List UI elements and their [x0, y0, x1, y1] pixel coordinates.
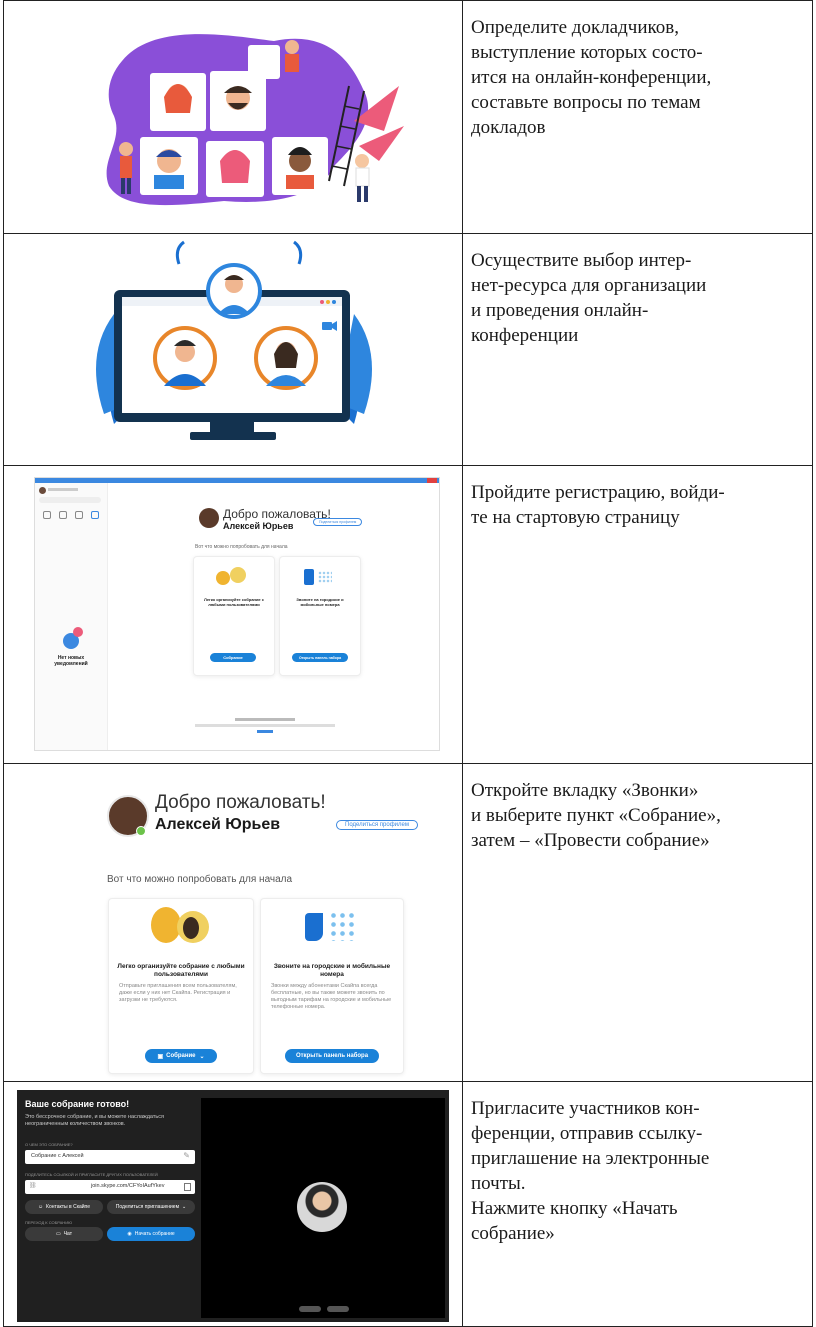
step-text: Откройте вкладку «Звонки» и выберите пун…: [471, 780, 721, 851]
link-icon: ⛓: [29, 1183, 37, 1189]
phone-icon: [304, 569, 314, 585]
avatar[interactable]: [39, 487, 46, 494]
share-invite-button[interactable]: Поделиться приглашением ⌄: [107, 1200, 195, 1214]
step-text: Осуществите выбор интер- нет-ресурса для…: [471, 250, 707, 346]
no-notifications-text: Нет новых уведомлений: [54, 655, 88, 667]
dialpad-dots-icon: [329, 911, 357, 941]
meeting-ready-screenshot: Ваше собрание готово! Это бессрочное соб…: [17, 1090, 449, 1322]
chat-icon: ▭: [55, 1231, 61, 1237]
meeting-title: Ваше собрание готово!: [25, 1099, 130, 1109]
greeting: Добро пожаловать!: [155, 792, 326, 813]
tab-contacts[interactable]: [75, 511, 83, 519]
table-row: Добро пожаловать! Алексей Юрьев Поделить…: [3, 763, 813, 1082]
illustration-cell: [3, 0, 463, 234]
microphone-toggle[interactable]: [299, 1306, 321, 1312]
skype-contacts-button[interactable]: ☺ Контакты в Скайпе: [25, 1200, 103, 1214]
screenshot-cell: Ваше собрание готово! Это бессрочное соб…: [3, 1081, 463, 1327]
conference-speakers-illustration: [106, 34, 404, 206]
tab-calls[interactable]: [59, 511, 67, 519]
table-row: Нет новых уведомлений Добро пожаловать! …: [3, 465, 813, 764]
video-icon: ▣: [157, 1053, 164, 1060]
skype-home-screenshot: Нет новых уведомлений Добро пожаловать! …: [34, 477, 440, 751]
skype-welcome-screenshot: Добро пожаловать! Алексей Юрьев Поделить…: [40, 766, 440, 1078]
instructions-table: Определите докладчиков, выступление кото…: [3, 0, 813, 1327]
invite-link-field[interactable]: ⛓ join.skype.com/CFYoIAufYkev: [25, 1180, 195, 1194]
meeting-subtitle: Это бессрочное собрание, и вы можете нас…: [25, 1114, 164, 1127]
meeting-name-field[interactable]: Собрание с Алексей ✎: [25, 1150, 195, 1164]
screenshot-cell: Добро пожаловать! Алексей Юрьев Поделить…: [3, 763, 463, 1082]
table-row: Определите докладчиков, выступление кото…: [3, 0, 813, 234]
sidebar: Нет новых уведомлений: [35, 483, 108, 750]
add-contact-icon: ☺: [37, 1204, 44, 1210]
tab-chats[interactable]: [43, 511, 51, 519]
chevron-down-icon: ⌄: [199, 1053, 205, 1060]
card-title: Легко организуйте собрание с любыми поль…: [117, 963, 245, 978]
dialpad-card: Звоните на городские и мобильные номера …: [260, 898, 404, 1074]
avatar: [297, 1182, 347, 1232]
user-name: Алексей Юрьев: [155, 816, 281, 833]
phone-icon: [305, 913, 323, 941]
chat-button[interactable]: ▭ Чат: [25, 1227, 103, 1241]
copy-icon: [184, 1183, 191, 1191]
try-text: Вот что можно попробовать для начала: [195, 544, 288, 550]
try-text: Вот что можно попробовать для начала: [107, 874, 293, 885]
chevron-down-icon: ⌄: [182, 1204, 187, 1210]
start-meeting-button[interactable]: ◉ Начать собрание: [107, 1227, 195, 1241]
online-status-dot: [136, 826, 146, 836]
screenshot-cell: Нет новых уведомлений Добро пожаловать! …: [3, 465, 463, 764]
edit-icon: ✎: [183, 1151, 190, 1160]
meeting-button[interactable]: ▣ Собрание ⌄: [145, 1049, 217, 1063]
user-name: Алексей Юрьев: [223, 521, 294, 531]
camera-toggle[interactable]: [327, 1306, 349, 1312]
step-text: Пройдите регистрацию, войди- те на старт…: [471, 482, 725, 528]
meeting-card: Легко организуйте собрание с любыми поль…: [193, 556, 275, 676]
online-conference-monitor-illustration: [96, 240, 372, 440]
illustration-cell: [3, 233, 463, 466]
card-text: Звонки между абонентами Скайпа всегда бе…: [271, 983, 392, 1010]
table-row: Ваше собрание готово! Это бессрочное соб…: [3, 1081, 813, 1327]
step-text: Пригласите участников кон- ференции, отп…: [471, 1098, 710, 1244]
video-icon: ◉: [127, 1231, 132, 1237]
table-row: Осуществите выбор интер- нет-ресурса для…: [3, 233, 813, 466]
meeting-card: Легко организуйте собрание с любыми поль…: [108, 898, 254, 1074]
profile-avatar[interactable]: [199, 508, 219, 528]
meeting-button[interactable]: Собрание: [210, 653, 256, 662]
step-text: Определите докладчиков, выступление кото…: [471, 17, 712, 138]
card-title: Звоните на городские и мобильные номера: [273, 963, 391, 978]
card-text: Отправьте приглашения всем пользователям…: [119, 983, 237, 1003]
open-dialpad-button[interactable]: Открыть панель набора: [285, 1049, 379, 1063]
video-preview: [201, 1098, 445, 1318]
open-dialpad-button[interactable]: Открыть панель набора: [292, 653, 348, 662]
share-profile-button[interactable]: Поделиться профилем: [336, 820, 418, 830]
tab-notifications[interactable]: [91, 511, 99, 519]
search-input[interactable]: [39, 497, 101, 503]
share-profile-button[interactable]: Поделиться профилем: [313, 518, 363, 526]
dialpad-card: Звоните на городские и мобильные номера …: [279, 556, 361, 676]
